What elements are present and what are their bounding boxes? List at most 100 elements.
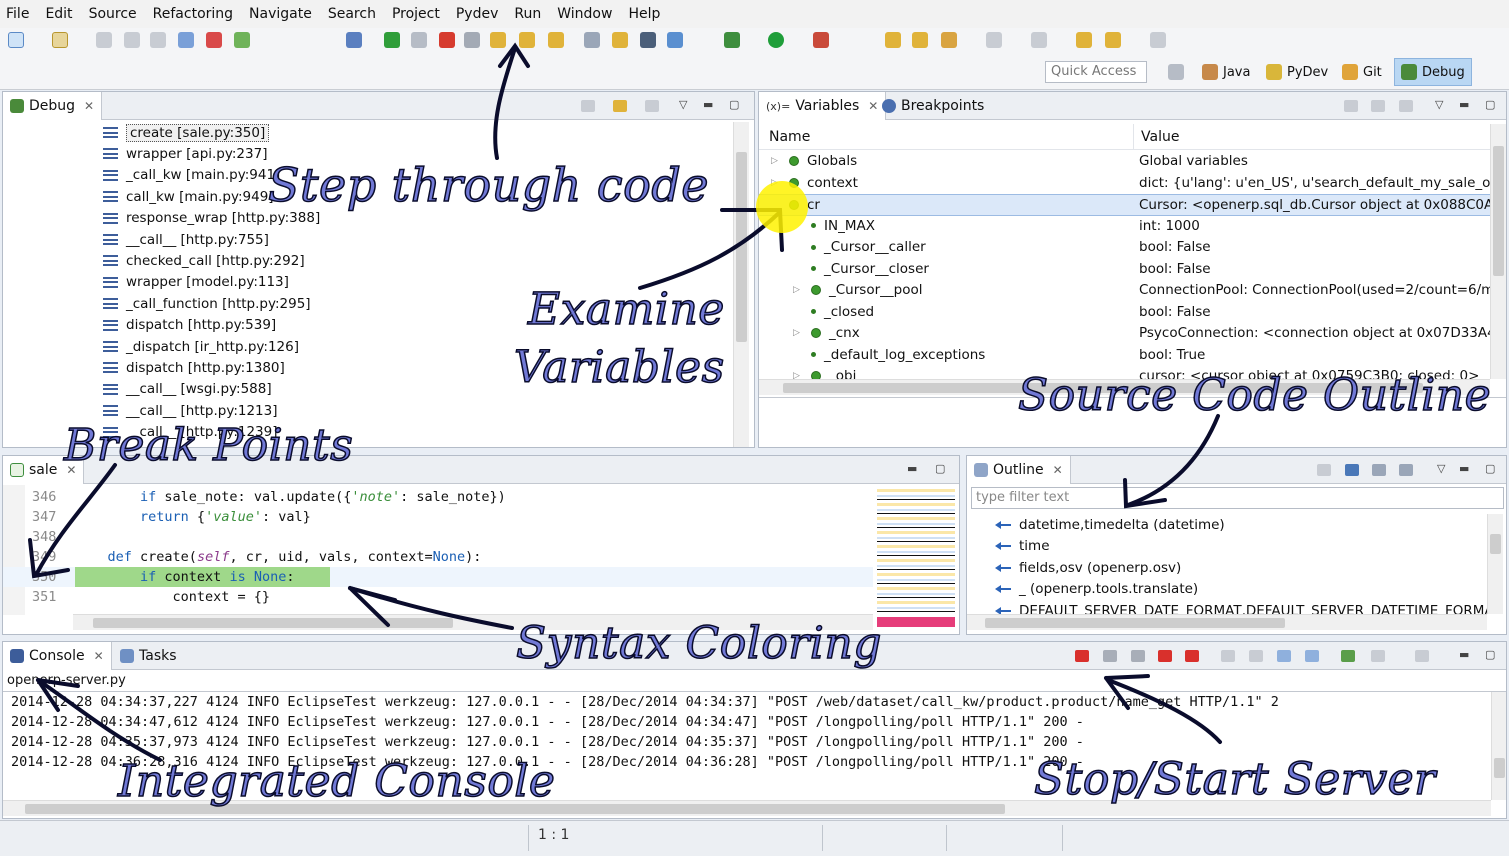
stack-frame[interactable]: wrapper [model.py:113] <box>103 272 289 293</box>
maximize-icon[interactable]: ▢ <box>935 462 945 475</box>
collapse-all-icon[interactable] <box>1371 100 1385 112</box>
view-menu-icon[interactable]: ▽ <box>1435 98 1443 111</box>
col-name[interactable]: Name <box>769 129 810 145</box>
col-value[interactable]: Value <box>1141 129 1179 145</box>
save-icon[interactable] <box>96 32 112 48</box>
new-icon[interactable] <box>8 32 24 48</box>
show-on-output-icon[interactable] <box>1277 650 1291 662</box>
minimize-icon[interactable]: ▬ <box>703 98 713 111</box>
stack-frame[interactable]: __call__ [http.py:755] <box>103 229 269 250</box>
step-filter-icon[interactable] <box>612 32 628 48</box>
tab-breakpoints[interactable]: Breakpoints <box>875 92 991 120</box>
clear-console-icon[interactable] <box>1221 650 1235 662</box>
remove-all-icon[interactable] <box>1131 650 1145 662</box>
stack-frame[interactable]: _call_function [http.py:295] <box>103 293 311 314</box>
code-editor[interactable]: 346 if sale_note: val.update({'note': sa… <box>3 487 873 615</box>
minimize-icon[interactable]: ▬ <box>1459 98 1469 111</box>
back-icon[interactable] <box>1105 32 1121 48</box>
open-type-icon[interactable] <box>885 32 901 48</box>
variables-vscroll[interactable] <box>1490 124 1506 379</box>
debug-plugin-icon[interactable] <box>234 32 250 48</box>
debug-icon[interactable] <box>724 32 740 48</box>
variable-row[interactable]: _Cursor__caller bool: False <box>759 237 1490 259</box>
remove-launch-icon[interactable] <box>1103 650 1117 662</box>
minimize-icon[interactable]: ▬ <box>907 462 917 475</box>
variable-row[interactable]: _Cursor__closer bool: False <box>759 259 1490 281</box>
variable-row[interactable]: _closed bool: False <box>759 302 1490 324</box>
maximize-icon[interactable]: ▢ <box>1485 462 1495 475</box>
menu-refactoring[interactable]: Refactoring <box>153 6 233 22</box>
menu-window[interactable]: Window <box>557 6 612 22</box>
view-menu-icon[interactable]: ▽ <box>679 98 687 111</box>
outline-item[interactable]: datetime,timedelta (datetime) <box>995 514 1225 535</box>
stack-frame[interactable]: checked_call [http.py:292] <box>103 250 305 271</box>
open-resource-icon[interactable] <box>912 32 928 48</box>
minimize-icon[interactable]: ▬ <box>1459 462 1469 475</box>
last-edit-icon[interactable] <box>1076 32 1092 48</box>
prev-annotation-icon[interactable] <box>1031 32 1047 48</box>
forward-icon[interactable] <box>1150 32 1166 48</box>
menu-help[interactable]: Help <box>628 6 660 22</box>
tab-variables[interactable]: (x)= Variables ✕ <box>759 92 887 120</box>
outline-item[interactable]: fields,osv (openerp.osv) <box>995 557 1181 578</box>
perspective-pydev[interactable]: PyDev <box>1260 58 1334 86</box>
variable-row[interactable]: _default_log_exceptions bool: True <box>759 345 1490 367</box>
variable-row[interactable]: IN_MAX int: 1000 <box>759 216 1490 238</box>
expand-arrow-icon[interactable]: ▷ <box>793 285 803 295</box>
restart-icon[interactable] <box>1158 650 1172 662</box>
step-return-icon[interactable] <box>548 32 564 48</box>
stack-frame[interactable]: wrapper [api.py:237] <box>103 143 267 164</box>
menu-source[interactable]: Source <box>89 6 137 22</box>
outline-filter-input[interactable]: type filter text <box>971 487 1504 509</box>
close-icon[interactable]: ✕ <box>84 99 94 113</box>
filter-icon[interactable] <box>1317 464 1331 476</box>
show-on-error-icon[interactable] <box>1305 650 1319 662</box>
stop-icon[interactable] <box>439 32 455 48</box>
debug-scrollbar[interactable] <box>733 122 749 447</box>
search-icon[interactable] <box>941 32 957 48</box>
outline-item[interactable]: time <box>995 536 1050 557</box>
tab-debug[interactable]: Debug ✕ <box>3 92 103 120</box>
use-step-filters-icon[interactable] <box>613 100 627 112</box>
console-icon[interactable] <box>640 32 656 48</box>
open-console-icon[interactable] <box>1415 650 1429 662</box>
step-into-icon[interactable] <box>490 32 506 48</box>
stack-frame[interactable]: _call_kw [main.py:941] <box>103 165 280 186</box>
variable-row[interactable]: ▷ Globals Global variables <box>759 151 1490 173</box>
menu-run[interactable]: Run <box>514 6 541 22</box>
terminate-icon[interactable] <box>206 32 222 48</box>
run-icon[interactable] <box>768 32 784 48</box>
tab-console[interactable]: Console ✕ <box>3 642 112 670</box>
outline-hscroll[interactable] <box>967 614 1487 630</box>
print-icon[interactable] <box>150 32 166 48</box>
expand-arrow-icon[interactable]: ▷ <box>771 156 781 166</box>
disconnect-icon[interactable] <box>464 32 480 48</box>
sort-icon[interactable] <box>1345 464 1359 476</box>
perspective-debug[interactable]: Debug <box>1394 58 1472 86</box>
expand-icon[interactable] <box>1399 464 1413 476</box>
next-annotation-icon[interactable] <box>986 32 1002 48</box>
variable-row[interactable]: ▷ _cnx PsycoConnection: <connection object… <box>759 323 1490 345</box>
open-perspective-icon[interactable] <box>1168 64 1184 80</box>
maximize-icon[interactable]: ▢ <box>1485 648 1495 661</box>
stack-frame[interactable]: __call__ [wsgi.py:588] <box>103 379 272 400</box>
link-icon[interactable] <box>178 32 194 48</box>
minimize-icon[interactable]: ▬ <box>1459 648 1469 661</box>
stack-frame[interactable]: call_kw [main.py:949] <box>103 186 274 207</box>
resume-icon[interactable] <box>384 32 400 48</box>
debug-settings-icon[interactable] <box>645 100 659 112</box>
suspend-icon[interactable] <box>411 32 427 48</box>
collapse-icon[interactable] <box>1372 464 1386 476</box>
layout-icon[interactable] <box>1399 100 1413 112</box>
maximize-icon[interactable]: ▢ <box>1485 98 1495 111</box>
view-menu-icon[interactable]: ▽ <box>1437 462 1445 475</box>
pin-console-icon[interactable] <box>1341 650 1355 662</box>
variable-row[interactable]: ▷ _Cursor__pool ConnectionPool: Connection… <box>759 280 1490 302</box>
stack-frame[interactable]: __call__ [http.py:1213] <box>103 400 278 421</box>
tab-outline[interactable]: Outline ✕ <box>967 456 1071 484</box>
console-vscroll[interactable] <box>1491 692 1506 800</box>
display-console-icon[interactable] <box>1371 650 1385 662</box>
expand-arrow-icon[interactable]: ▷ <box>793 328 803 338</box>
close-icon[interactable]: ✕ <box>94 649 104 663</box>
close-icon[interactable]: ✕ <box>1053 463 1063 477</box>
